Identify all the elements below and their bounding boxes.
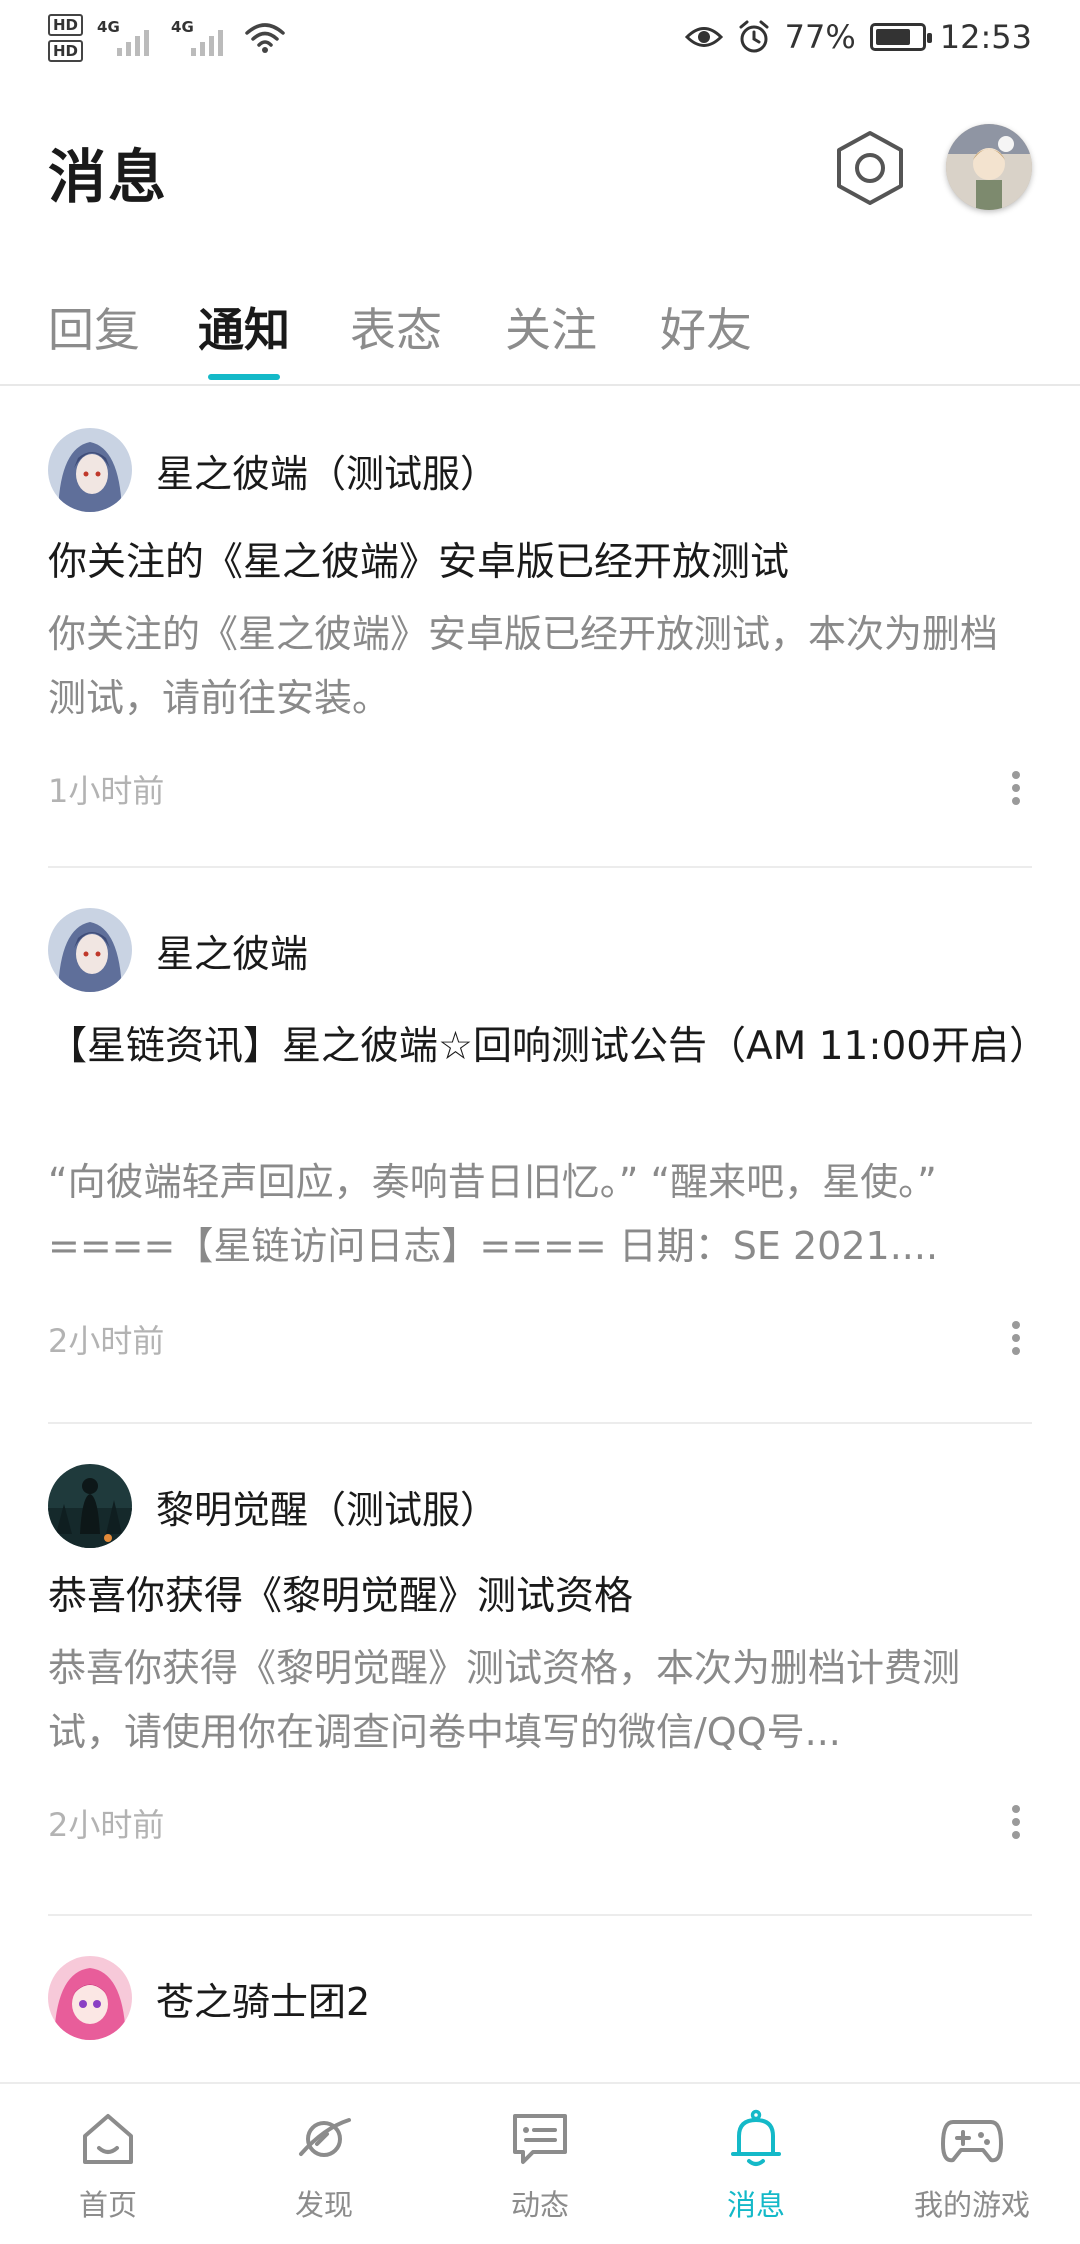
message-tabs: 回复 通知 表态 关注 好友 [0, 280, 1080, 386]
avatar-image [946, 124, 1032, 210]
game-avatar-image [48, 428, 132, 512]
notification-body: “向彼端轻声回应，奏响昔日旧忆。” “醒来吧，星使。” ====【星链访问日志】… [48, 1160, 939, 1268]
bottom-navigation: 首页 发现 动态 消息 我的游戏 [0, 2082, 1080, 2244]
tab-follow[interactable]: 关注 [505, 294, 597, 360]
bell-icon [723, 2106, 789, 2172]
card-header: 星之彼端 [48, 908, 308, 992]
more-options-icon[interactable] [1006, 1802, 1026, 1842]
wifi-icon [245, 23, 285, 53]
nav-my-games[interactable]: 我的游戏 [892, 2106, 1052, 2224]
chat-bubble-icon [507, 2106, 573, 2172]
nav-messages-label: 消息 [726, 2188, 785, 2222]
game-avatar[interactable] [48, 1956, 132, 2040]
signal-2-icon: 4G [171, 18, 231, 58]
card-header: 星之彼端（测试服） [48, 428, 498, 512]
notification-card[interactable]: 星之彼端 【星链资讯】星之彼端☆回响测试公告（AM 11:00开启） “向彼端轻… [0, 868, 1080, 1424]
tab-notification[interactable]: 通知 [198, 294, 290, 360]
notification-title: 恭喜你获得《黎明觉醒》测试资格 [48, 1574, 634, 1619]
gamepad-icon [939, 2106, 1005, 2172]
notification-body: 你关注的《星之彼端》安卓版已经开放测试，本次为删档测试，请前往安装。 [48, 612, 999, 720]
battery-fill [875, 29, 910, 45]
notification-title: 【星链资讯】星之彼端☆回响测试公告（AM 11:00开启） [48, 1024, 1049, 1069]
notification-time: 2小时前 [48, 1322, 165, 1360]
eye-icon [684, 27, 723, 47]
more-options-icon[interactable] [1006, 1318, 1026, 1358]
hd-2-badge: HD [48, 40, 84, 62]
nav-my-games-label: 我的游戏 [913, 2188, 1030, 2222]
status-left: HD HD 4G 4G [48, 14, 285, 62]
header: 消息 [0, 84, 1080, 254]
nav-home-label: 首页 [78, 2188, 137, 2222]
home-icon [75, 2106, 141, 2172]
more-options-icon[interactable] [1006, 768, 1026, 808]
hd-indicators: HD HD [48, 14, 84, 62]
game-name[interactable]: 星之彼端（测试服） [156, 443, 498, 498]
notification-body: 恭喜你获得《黎明觉醒》测试资格，本次为删档计费测试，请使用你在调查问卷中填写的微… [48, 1646, 961, 1754]
notification-card[interactable]: 苍之骑士团2 [0, 1916, 1080, 2096]
user-avatar[interactable] [946, 124, 1032, 210]
planet-icon [291, 2106, 357, 2172]
notification-card[interactable]: 黎明觉醒（测试服） 恭喜你获得《黎明觉醒》测试资格 恭喜你获得《黎明觉醒》测试资… [0, 1424, 1080, 1916]
page-title: 消息 [48, 143, 169, 211]
notification-card[interactable]: 星之彼端（测试服） 你关注的《星之彼端》安卓版已经开放测试 你关注的《星之彼端》… [0, 388, 1080, 868]
game-avatar-image [48, 908, 132, 992]
tab-reply[interactable]: 回复 [48, 294, 140, 360]
nav-messages[interactable]: 消息 [676, 2106, 836, 2224]
game-name[interactable]: 黎明觉醒（测试服） [156, 1479, 498, 1534]
status-right: 77% 12:53 [684, 18, 1032, 56]
nav-home[interactable]: 首页 [28, 2106, 188, 2224]
notification-title: 你关注的《星之彼端》安卓版已经开放测试 [48, 540, 790, 585]
nav-discover[interactable]: 发现 [244, 2106, 404, 2224]
game-avatar[interactable] [48, 1464, 132, 1548]
hd-1-badge: HD [48, 14, 84, 36]
nav-discover-label: 发现 [294, 2188, 353, 2222]
notification-time: 1小时前 [48, 772, 165, 810]
status-bar: HD HD 4G 4G 77% 12:53 [0, 0, 1080, 84]
settings-hexagon-icon [837, 131, 903, 205]
notification-time: 2小时前 [48, 1806, 165, 1844]
battery-percent: 77% [784, 18, 856, 56]
nav-feed[interactable]: 动态 [460, 2106, 620, 2224]
signal-1-icon: 4G [97, 18, 157, 58]
notification-list: 星之彼端（测试服） 你关注的《星之彼端》安卓版已经开放测试 你关注的《星之彼端》… [0, 388, 1080, 2096]
active-tab-indicator [208, 374, 280, 380]
game-name[interactable]: 苍之骑士团2 [156, 1971, 370, 2026]
game-avatar[interactable] [48, 428, 132, 512]
game-name[interactable]: 星之彼端 [156, 923, 308, 978]
card-header: 黎明觉醒（测试服） [48, 1464, 498, 1548]
nav-feed-label: 动态 [510, 2188, 569, 2222]
alarm-icon [739, 20, 769, 53]
tab-reaction[interactable]: 表态 [350, 294, 442, 360]
game-avatar-image [48, 1464, 132, 1548]
card-header: 苍之骑士团2 [48, 1956, 370, 2040]
battery-icon [869, 23, 932, 51]
settings-button[interactable] [832, 130, 908, 206]
game-avatar[interactable] [48, 908, 132, 992]
clock: 12:53 [939, 18, 1032, 56]
game-avatar-image [48, 1956, 132, 2040]
tab-friends[interactable]: 好友 [660, 294, 752, 360]
